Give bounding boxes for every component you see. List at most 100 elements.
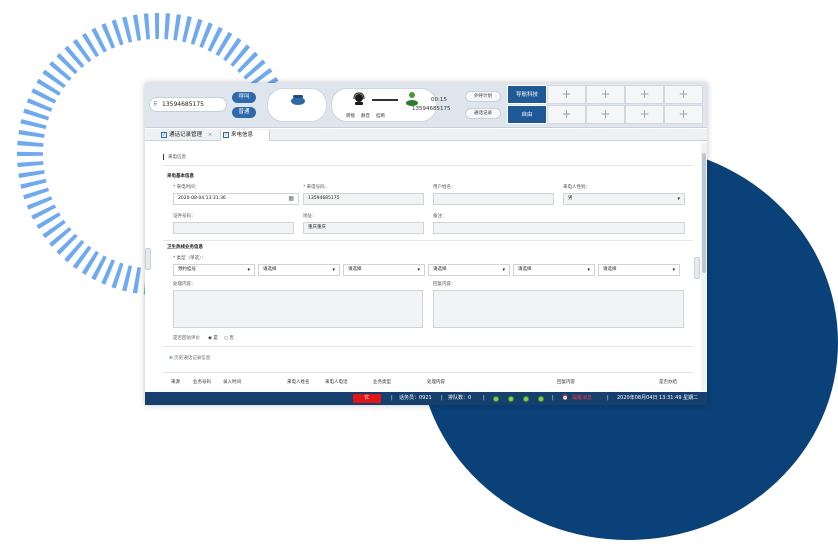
history-expander-label: 历史通话记录信息 bbox=[174, 356, 211, 361]
caller-gender-select[interactable]: 男 ▾ bbox=[563, 193, 685, 205]
divider bbox=[163, 240, 693, 241]
vertical-scrollbar[interactable] bbox=[701, 143, 707, 391]
call-number-value: 13594685175 bbox=[308, 196, 340, 201]
stage: ⠿ 13594685175 呼叫 普通 转接 静音 挂断 00:15 13594… bbox=[0, 0, 838, 548]
calendar-icon[interactable]: ▦ bbox=[288, 194, 294, 204]
tab-call-records[interactable]: ✓ 通话记录管理 × bbox=[159, 130, 221, 141]
id-number-input[interactable] bbox=[173, 222, 294, 234]
sep: | bbox=[552, 395, 554, 401]
sep: | bbox=[607, 395, 609, 401]
checkbox-icon: ✓ bbox=[161, 132, 167, 138]
user-name-input[interactable] bbox=[433, 193, 554, 205]
close-icon[interactable]: × bbox=[208, 132, 213, 138]
category-select-5[interactable]: 请选择 ▾ bbox=[513, 264, 595, 276]
dialpad-icon: ⠿ bbox=[153, 101, 158, 108]
status-bar: 忙 | 话务员：0921 | 排队数：0 | | ⏰ 提醒消息 | 2020年0… bbox=[145, 392, 707, 405]
section-business-title: 卫生热线业务信息 bbox=[167, 245, 203, 250]
history-expander[interactable]: ⊕ 历史通话记录信息 bbox=[169, 355, 210, 361]
category-select-3[interactable]: 请选择 ▾ bbox=[343, 264, 425, 276]
add-slot-button[interactable]: + bbox=[664, 105, 703, 124]
reply-content-label: 回复内容： bbox=[433, 282, 456, 287]
normal-button[interactable]: 普通 bbox=[232, 107, 256, 118]
add-slot-button[interactable]: + bbox=[625, 85, 664, 104]
call-button[interactable]: 呼叫 bbox=[232, 92, 256, 103]
remark-input[interactable] bbox=[433, 222, 685, 234]
add-slot-button[interactable]: + bbox=[586, 105, 625, 124]
gender-value: 男 bbox=[568, 196, 573, 201]
select-value: 请选择 bbox=[518, 267, 532, 272]
table-header: 处理内容 bbox=[427, 380, 445, 385]
call-number-input[interactable]: 13594685175 bbox=[303, 193, 424, 205]
add-slot-button[interactable]: + bbox=[586, 85, 625, 104]
call-time-input[interactable]: 2020-08-04 13:31:36 ▦ bbox=[173, 193, 299, 205]
chevron-down-icon: ▾ bbox=[247, 267, 250, 273]
category-select-2[interactable]: 请选择 ▾ bbox=[258, 264, 340, 276]
agent-headset-icon[interactable] bbox=[352, 92, 366, 106]
address-input[interactable]: 重庆重庆 bbox=[303, 222, 424, 234]
address-label: 地址： bbox=[303, 214, 317, 219]
add-slot-button[interactable]: + bbox=[547, 85, 586, 104]
mute-label[interactable]: 静音 bbox=[361, 113, 370, 119]
id-number-label: 证件号码： bbox=[173, 214, 196, 219]
customer-phone-icon bbox=[406, 92, 418, 106]
table-header: 来电人电话 bbox=[325, 380, 348, 385]
right-collapse-handle[interactable] bbox=[694, 257, 700, 279]
agent-id: 话务员：0921 bbox=[399, 395, 432, 401]
busy-status-badge[interactable]: 忙 bbox=[353, 394, 381, 403]
radio-yes[interactable]: ◉ 是 bbox=[208, 335, 218, 341]
select-value: 请选择 bbox=[348, 267, 362, 272]
address-value: 重庆重庆 bbox=[308, 225, 326, 230]
datetime: 2020年08月04日 13:31:49 星期二 bbox=[617, 395, 699, 401]
tab-bar: ✓ 通话记录管理 × ✓ 来电信息 bbox=[145, 129, 707, 141]
scrollbar-thumb[interactable] bbox=[702, 153, 706, 273]
table-header: 业务号码 bbox=[193, 380, 211, 385]
divider bbox=[163, 165, 693, 166]
status-cell-company[interactable]: 导航科技 bbox=[507, 85, 547, 104]
radio-yes-label: 是 bbox=[213, 336, 218, 341]
user-name-label: 用户姓名： bbox=[433, 185, 456, 190]
divider bbox=[163, 346, 693, 347]
left-collapse-handle[interactable] bbox=[145, 248, 151, 270]
call-time-label: * 来电时间： bbox=[173, 185, 200, 190]
category-select-6[interactable]: 请选择 ▾ bbox=[598, 264, 680, 276]
chevron-down-icon: ▾ bbox=[417, 267, 420, 273]
tab-incoming-info[interactable]: ✓ 来电信息 bbox=[220, 130, 270, 141]
call-control-panel: 转接 静音 挂断 bbox=[331, 88, 437, 122]
tab-label: 通话记录管理 bbox=[169, 132, 203, 138]
checkbox-icon: ✓ bbox=[223, 132, 229, 138]
select-value: 请选择 bbox=[433, 267, 447, 272]
chevron-down-icon: ▾ bbox=[587, 267, 590, 273]
phone-number-text: 13594685175 bbox=[162, 101, 204, 108]
transfer-label[interactable]: 转接 bbox=[346, 113, 355, 119]
caller-gender-label: 来电人性别： bbox=[563, 185, 590, 190]
satisfy-label: 是否回访评价 bbox=[173, 336, 200, 341]
outbound-plan-button[interactable]: 外呼计划 bbox=[465, 91, 501, 102]
phone-number-input[interactable]: ⠿ 13594685175 bbox=[149, 97, 227, 112]
select-value: 请选择 bbox=[603, 267, 617, 272]
table-header: 来电人姓名 bbox=[287, 380, 310, 385]
select-value: 预约挂号 bbox=[178, 267, 196, 272]
caller-number: 13594685175 bbox=[412, 106, 451, 112]
radio-no[interactable]: ○ 否 bbox=[224, 335, 234, 341]
status-cell-free[interactable]: 自由 bbox=[507, 105, 547, 124]
table-header: 业务类型 bbox=[373, 380, 391, 385]
hangup-label[interactable]: 挂断 bbox=[376, 113, 385, 119]
add-slot-button[interactable]: + bbox=[625, 105, 664, 124]
queue-count: 排队数：0 bbox=[448, 395, 472, 401]
handle-content-textarea[interactable] bbox=[173, 290, 423, 328]
sep: | bbox=[391, 395, 393, 401]
reply-content-textarea[interactable] bbox=[433, 290, 684, 328]
category-select-1[interactable]: 预约挂号 ▾ bbox=[173, 264, 255, 276]
alarm-message[interactable]: 提醒消息 bbox=[572, 392, 592, 405]
table-header: 是否办结 bbox=[659, 380, 677, 385]
add-slot-button[interactable]: + bbox=[547, 105, 586, 124]
line-divider bbox=[372, 99, 398, 101]
radio-no-label: 否 bbox=[229, 336, 234, 341]
category-select-4[interactable]: 请选择 ▾ bbox=[428, 264, 510, 276]
idle-phone-panel bbox=[267, 88, 327, 122]
call-number-label: * 来电号码： bbox=[303, 185, 330, 190]
add-slot-button[interactable]: + bbox=[664, 85, 703, 104]
call-record-button[interactable]: 通话记录 bbox=[465, 108, 501, 119]
alarm-clock-icon[interactable]: ⏰ bbox=[562, 392, 568, 405]
status-dot bbox=[508, 396, 514, 402]
